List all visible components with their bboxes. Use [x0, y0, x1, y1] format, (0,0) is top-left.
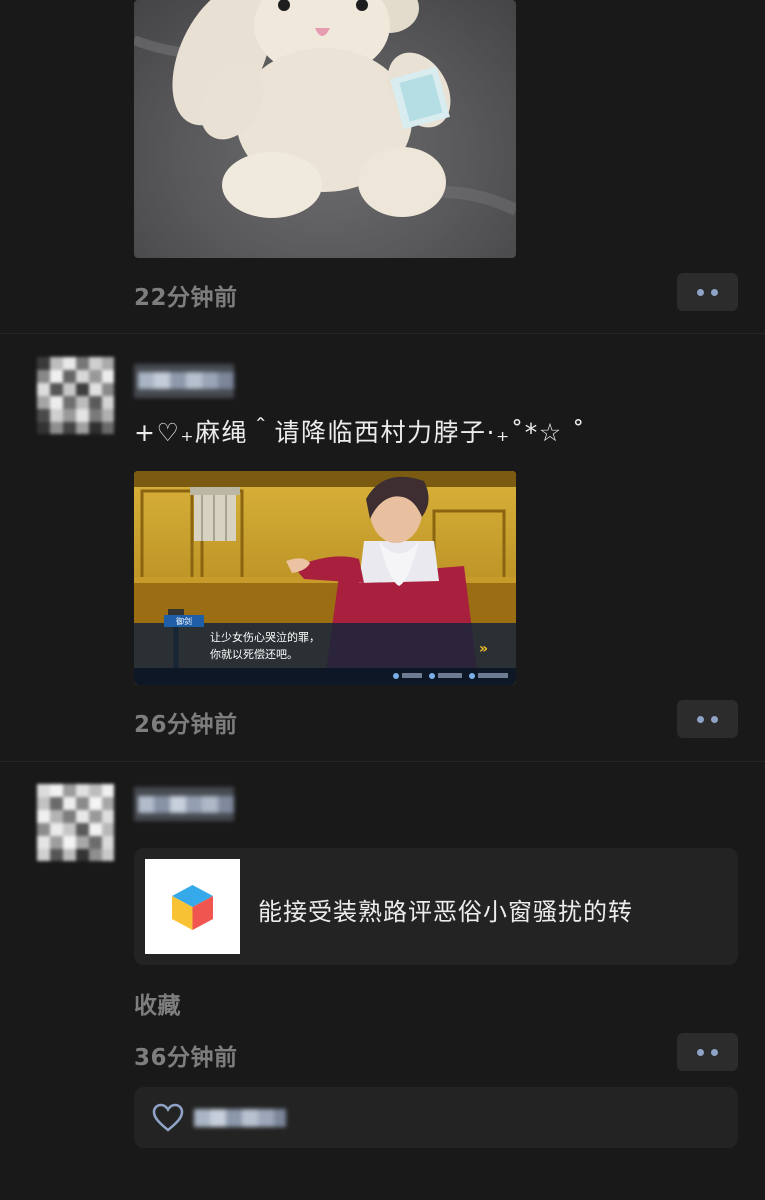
- dialog-advance-icon: »: [479, 641, 488, 657]
- more-dots-icon-dot: [711, 715, 718, 723]
- heart-outline-icon[interactable]: [152, 1103, 184, 1133]
- nickname-blurred[interactable]: [134, 364, 234, 398]
- post-tag[interactable]: 收藏: [134, 986, 181, 1020]
- dialog-line-1: 让少女伤心哭泣的罪，: [210, 630, 320, 644]
- post-timestamp: 36分钟前: [134, 1045, 238, 1071]
- more-dots-icon-dot: [711, 288, 718, 296]
- post-timestamp: 26分钟前: [134, 712, 238, 738]
- dialog-speaker: 御剑: [176, 616, 192, 626]
- liker-name-blurred[interactable]: [194, 1103, 289, 1133]
- avatar[interactable]: [37, 784, 114, 861]
- more-options-button[interactable]: [677, 1033, 738, 1071]
- avatar[interactable]: [37, 357, 114, 434]
- more-dots-icon: [697, 288, 704, 296]
- likes-bar: [134, 1087, 738, 1148]
- post-image-plush-bunny[interactable]: [134, 0, 516, 258]
- nickname-blurred[interactable]: [134, 787, 234, 821]
- post-text: +♡₊麻绳＾请降临西村力脖子·₊˚*☆ ˚: [134, 418, 587, 447]
- post-divider: [0, 333, 765, 334]
- post-image-game-screenshot[interactable]: 御剑 让少女伤心哭泣的罪， 你就以死偿还吧。 »: [134, 471, 516, 685]
- more-options-button[interactable]: [677, 700, 738, 738]
- cube-app-icon: [172, 885, 213, 930]
- shared-link-card[interactable]: 能接受装熟路评恶俗小窗骚扰的转: [134, 848, 738, 965]
- link-thumbnail: [145, 859, 240, 954]
- more-dots-icon-dot: [711, 1048, 718, 1056]
- more-dots-icon: [697, 715, 704, 723]
- more-options-button[interactable]: [677, 273, 738, 311]
- dialog-line-2: 你就以死偿还吧。: [210, 647, 298, 661]
- more-dots-icon: [697, 1048, 704, 1056]
- link-title: 能接受装熟路评恶俗小窗骚扰的转: [258, 898, 633, 926]
- post-divider: [0, 761, 765, 762]
- post-timestamp: 22分钟前: [134, 285, 238, 311]
